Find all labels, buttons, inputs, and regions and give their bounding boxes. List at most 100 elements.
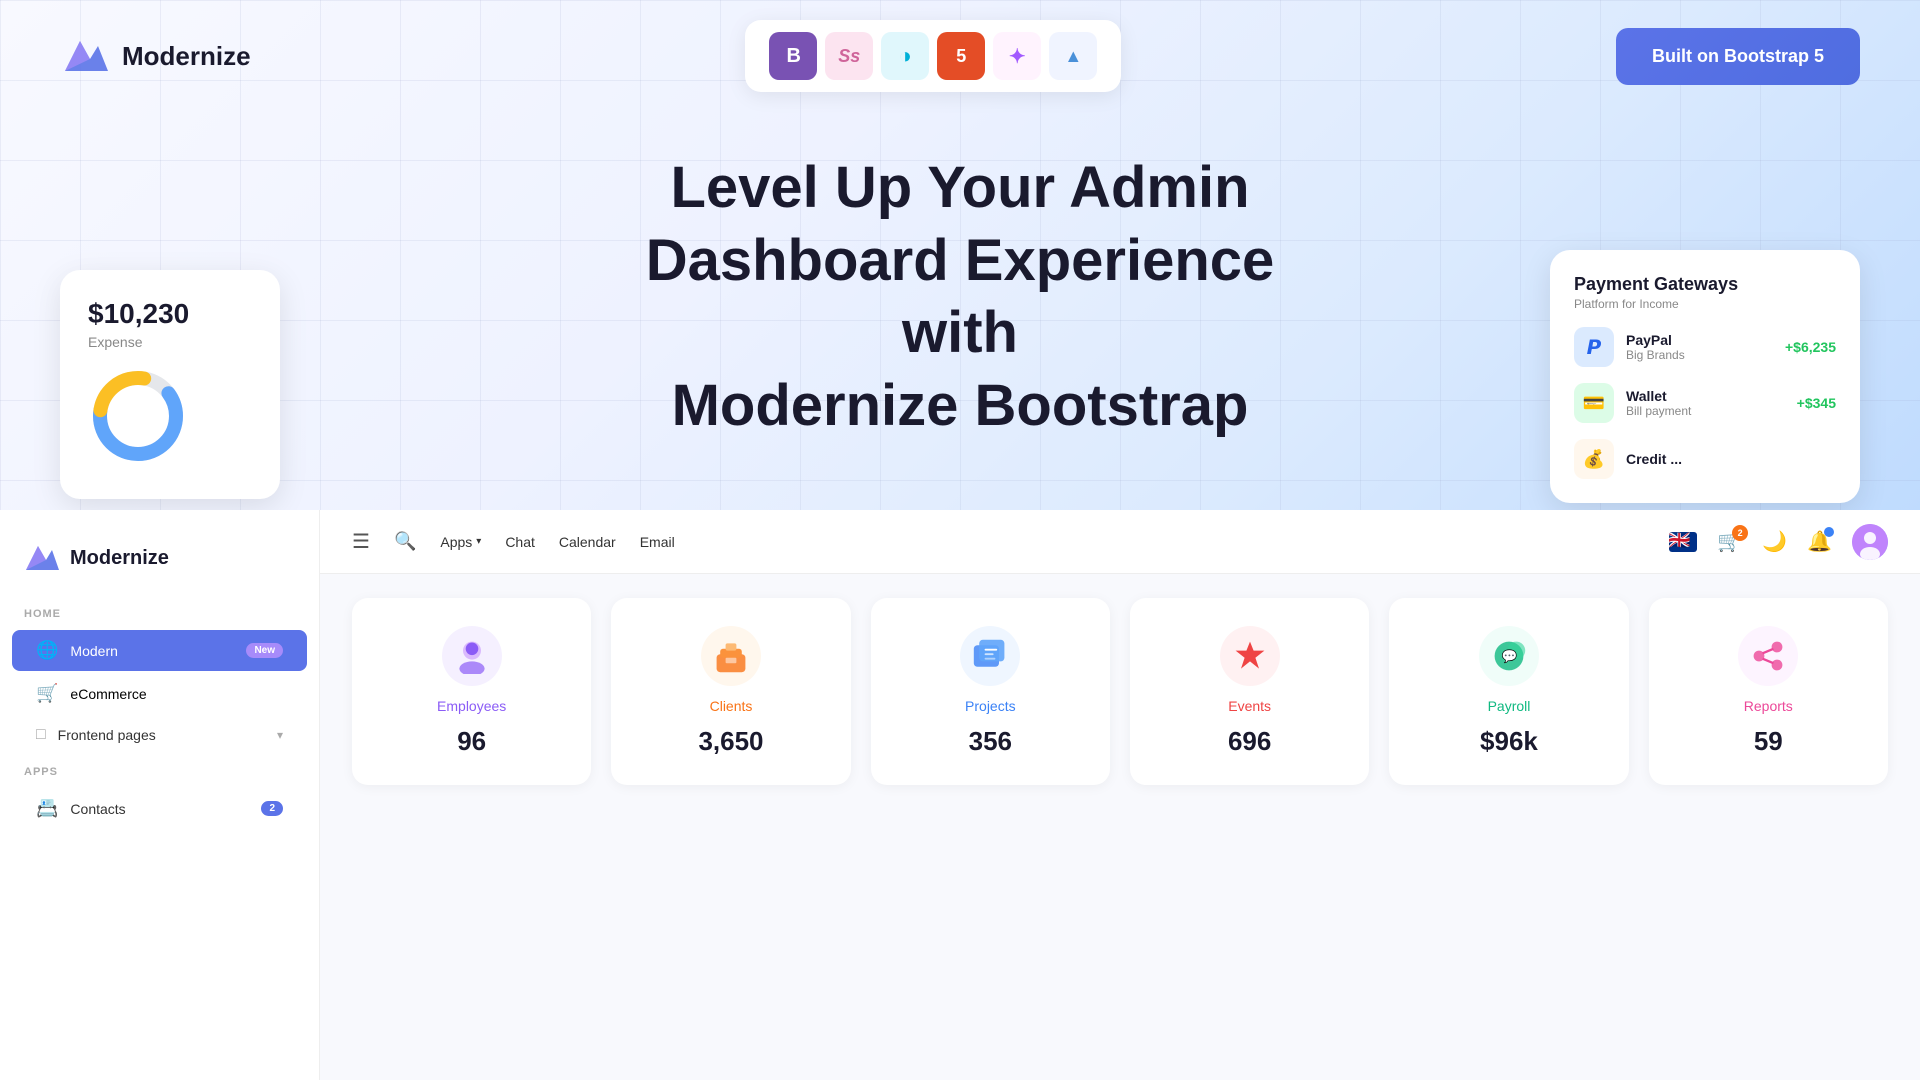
credit-icon: 💰 [1574, 439, 1614, 479]
navbar-right: 🛒 2 🌙 🔔 [1669, 524, 1888, 560]
sidebar-item-frontend-label: Frontend pages [58, 727, 265, 743]
css-tailwind-icon: ◑ [881, 32, 929, 80]
hero-logo: Modernize [60, 31, 251, 81]
sidebar-item-contacts-label: Contacts [70, 801, 249, 817]
email-label: Email [640, 534, 675, 550]
ecommerce-icon: 🛒 [36, 683, 58, 704]
figma-icon: ✦ [993, 32, 1041, 80]
apps-label: Apps [440, 534, 472, 550]
main-content: ☰ 🔍 Apps ▾ Chat Calendar Email [320, 510, 1920, 1080]
payment-gateways-subtitle: Platform for Income [1574, 297, 1836, 311]
hero-navbar: Modernize B Ss ◑ 5 ✦ ▲ Built on Bootstra… [0, 0, 1920, 112]
sidebar-item-ecommerce[interactable]: 🛒 eCommerce [12, 673, 307, 714]
notifications-button[interactable]: 🔔 [1807, 529, 1832, 554]
sidebar-item-modern-label: Modern [70, 643, 234, 659]
clients-icon [701, 626, 761, 686]
expense-amount: $10,230 [88, 298, 252, 330]
cart-button[interactable]: 🛒 2 [1717, 529, 1742, 554]
stat-card-events[interactable]: Events 696 [1130, 598, 1369, 785]
hero-section: Modernize B Ss ◑ 5 ✦ ▲ Built on Bootstra… [0, 0, 1920, 510]
sidebar-item-frontend[interactable]: □ Frontend pages ▾ [12, 716, 307, 754]
clients-label: Clients [710, 698, 753, 714]
svg-text:💬: 💬 [1502, 649, 1518, 664]
projects-label: Projects [965, 698, 1016, 714]
wallet-sub: Bill payment [1626, 404, 1785, 418]
reports-value: 59 [1754, 726, 1783, 757]
stat-card-clients[interactable]: Clients 3,650 [611, 598, 850, 785]
bootstrap-cta-button[interactable]: Built on Bootstrap 5 [1616, 28, 1860, 85]
sidebar-item-contacts[interactable]: 📇 Contacts 2 [12, 788, 307, 829]
expense-label: Expense [88, 334, 252, 350]
cart-badge: 2 [1732, 525, 1748, 541]
sidebar-item-modern[interactable]: 🌐 Modern New [12, 630, 307, 671]
tech-icons-bar: B Ss ◑ 5 ✦ ▲ [745, 20, 1121, 92]
payment-gateways-card: Payment Gateways Platform for Income 𝙋 P… [1550, 250, 1860, 503]
email-nav-link[interactable]: Email [640, 534, 675, 550]
apps-chevron-icon: ▾ [476, 536, 481, 547]
payment-gateways-title: Payment Gateways [1574, 274, 1836, 295]
sass-icon: Ss [825, 32, 873, 80]
payment-item-paypal: 𝙋 PayPal Big Brands +$6,235 [1574, 327, 1836, 367]
expense-card: $10,230 Expense [60, 270, 280, 499]
wallet-amount: +$345 [1797, 395, 1836, 411]
wallet-name: Wallet [1626, 388, 1785, 404]
search-button[interactable]: 🔍 [394, 531, 416, 552]
clients-value: 3,650 [698, 726, 763, 757]
notification-dot [1824, 527, 1834, 537]
contacts-icon: 📇 [36, 798, 58, 819]
frontend-icon: □ [36, 726, 46, 744]
reports-label: Reports [1744, 698, 1793, 714]
expense-donut-chart [88, 366, 188, 466]
amplify-icon: ▲ [1049, 32, 1097, 80]
sidebar-logo-text: Modernize [70, 547, 169, 570]
credit-name: Credit ... [1626, 451, 1836, 467]
payroll-value: $96k [1480, 726, 1538, 757]
hamburger-button[interactable]: ☰ [352, 529, 370, 554]
calendar-label: Calendar [559, 534, 616, 550]
sidebar-logo-icon [24, 540, 60, 576]
stat-card-employees[interactable]: Employees 96 [352, 598, 591, 785]
sidebar: Modernize HOME 🌐 Modern New 🛒 eCommerce … [0, 510, 320, 1080]
payment-item-wallet: 💳 Wallet Bill payment +$345 [1574, 383, 1836, 423]
hero-logo-icon [60, 31, 110, 81]
dashboard-section: Modernize HOME 🌐 Modern New 🛒 eCommerce … [0, 510, 1920, 1080]
sidebar-section-apps: APPS [0, 758, 319, 786]
events-label: Events [1228, 698, 1271, 714]
modern-icon: 🌐 [36, 640, 58, 661]
html5-icon: 5 [937, 32, 985, 80]
employees-label: Employees [437, 698, 506, 714]
payment-item-credit: 💰 Credit ... [1574, 439, 1836, 479]
chat-label: Chat [505, 534, 535, 550]
top-navbar: ☰ 🔍 Apps ▾ Chat Calendar Email [320, 510, 1920, 574]
projects-icon [960, 626, 1020, 686]
sidebar-section-home: HOME [0, 600, 319, 628]
dark-mode-toggle[interactable]: 🌙 [1762, 529, 1787, 554]
stat-card-payroll[interactable]: 💬 Payroll $96k [1389, 598, 1628, 785]
contacts-badge: 2 [261, 801, 283, 816]
paypal-amount: +$6,235 [1785, 339, 1836, 355]
sidebar-item-ecommerce-label: eCommerce [70, 686, 283, 702]
employees-icon [442, 626, 502, 686]
language-selector[interactable] [1669, 532, 1697, 552]
chevron-down-icon: ▾ [277, 728, 283, 742]
calendar-nav-link[interactable]: Calendar [559, 534, 616, 550]
user-avatar[interactable] [1852, 524, 1888, 560]
payroll-icon: 💬 [1479, 626, 1539, 686]
employees-value: 96 [457, 726, 486, 757]
stat-card-reports[interactable]: Reports 59 [1649, 598, 1888, 785]
new-badge: New [246, 643, 283, 658]
events-value: 696 [1228, 726, 1271, 757]
wallet-icon: 💳 [1574, 383, 1614, 423]
sidebar-logo: Modernize [0, 530, 319, 596]
paypal-name: PayPal [1626, 332, 1773, 348]
reports-icon [1738, 626, 1798, 686]
events-icon [1220, 626, 1280, 686]
stat-cards-container: Employees 96 Clients 3,650 [320, 574, 1920, 809]
paypal-icon: 𝙋 [1574, 327, 1614, 367]
bootstrap-icon: B [769, 32, 817, 80]
apps-nav-link[interactable]: Apps ▾ [440, 534, 481, 550]
projects-value: 356 [969, 726, 1012, 757]
chat-nav-link[interactable]: Chat [505, 534, 535, 550]
paypal-sub: Big Brands [1626, 348, 1773, 362]
stat-card-projects[interactable]: Projects 356 [871, 598, 1110, 785]
